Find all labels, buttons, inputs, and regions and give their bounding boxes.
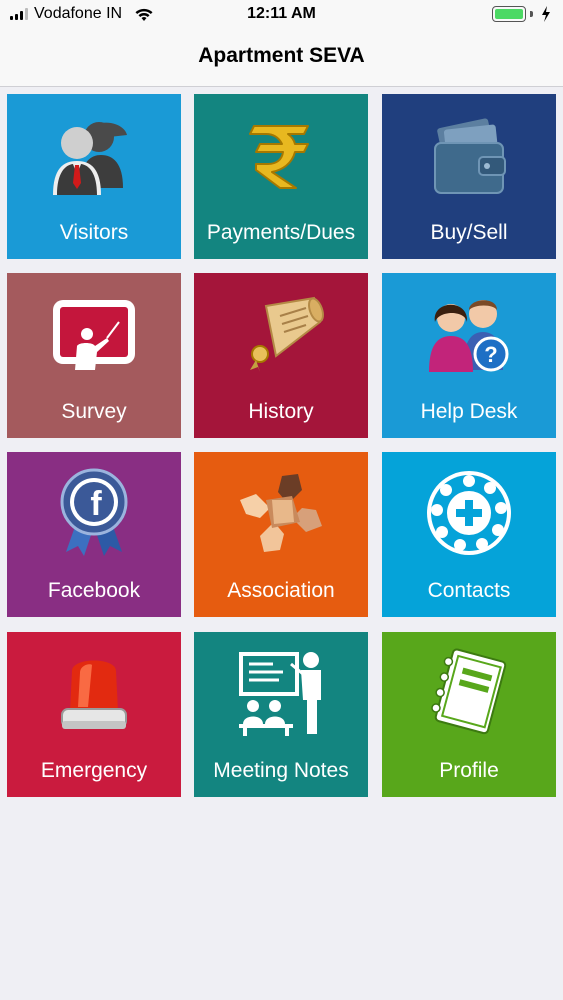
battery-icon: [492, 6, 551, 22]
meeting-icon: [194, 632, 368, 754]
svg-text:?: ?: [484, 342, 497, 367]
tile-label: Emergency: [40, 759, 148, 782]
tile-payments-dues[interactable]: Payments/Dues: [194, 94, 368, 259]
tile-label: Payments/Dues: [206, 221, 356, 244]
visitors-icon: [7, 94, 181, 216]
scroll-icon: [194, 273, 368, 395]
tile-label: Buy/Sell: [430, 221, 508, 244]
charging-bolt-icon: [542, 6, 550, 22]
tile-survey[interactable]: Survey: [7, 273, 181, 438]
tile-label: Facebook: [47, 579, 141, 602]
tile-label: Association: [227, 579, 335, 602]
help-people-icon: ?: [382, 273, 556, 395]
tile-label: History: [248, 400, 314, 423]
menu-grid: Visitors Payments/Dues Buy/Sell Survey H…: [7, 94, 556, 798]
tile-association[interactable]: Association: [194, 452, 368, 617]
rupee-icon: [194, 94, 368, 216]
tile-label: Survey: [61, 400, 127, 423]
tile-contacts[interactable]: Contacts: [382, 452, 556, 617]
svg-text:f: f: [90, 485, 102, 523]
tile-help-desk[interactable]: ? Help Desk: [382, 273, 556, 438]
tile-label: Contacts: [427, 579, 511, 602]
tile-label: Profile: [439, 759, 499, 782]
joined-hands-icon: [194, 452, 368, 574]
page-title: Apartment SEVA: [198, 44, 365, 67]
rotary-dial-icon: [382, 452, 556, 574]
facebook-badge-icon: f: [7, 452, 181, 574]
tile-visitors[interactable]: Visitors: [7, 94, 181, 259]
tile-facebook[interactable]: f Facebook: [7, 452, 181, 617]
navigation-bar: Apartment SEVA: [0, 30, 563, 87]
tile-history[interactable]: History: [194, 273, 368, 438]
clock: 12:11 AM: [247, 5, 316, 22]
tile-buy-sell[interactable]: Buy/Sell: [382, 94, 556, 259]
presentation-board-icon: [7, 273, 181, 395]
tile-label: Meeting Notes: [213, 759, 349, 782]
tile-meeting-notes[interactable]: Meeting Notes: [194, 632, 368, 797]
siren-icon: [7, 632, 181, 754]
notebook-icon: [382, 632, 556, 754]
wallet-icon: [382, 94, 556, 216]
tile-emergency[interactable]: Emergency: [7, 632, 181, 797]
tile-profile[interactable]: Profile: [382, 632, 556, 797]
tile-label: Visitors: [59, 221, 129, 244]
status-bar: Vodafone IN 12:11 AM: [0, 0, 563, 30]
tile-label: Help Desk: [420, 400, 518, 423]
